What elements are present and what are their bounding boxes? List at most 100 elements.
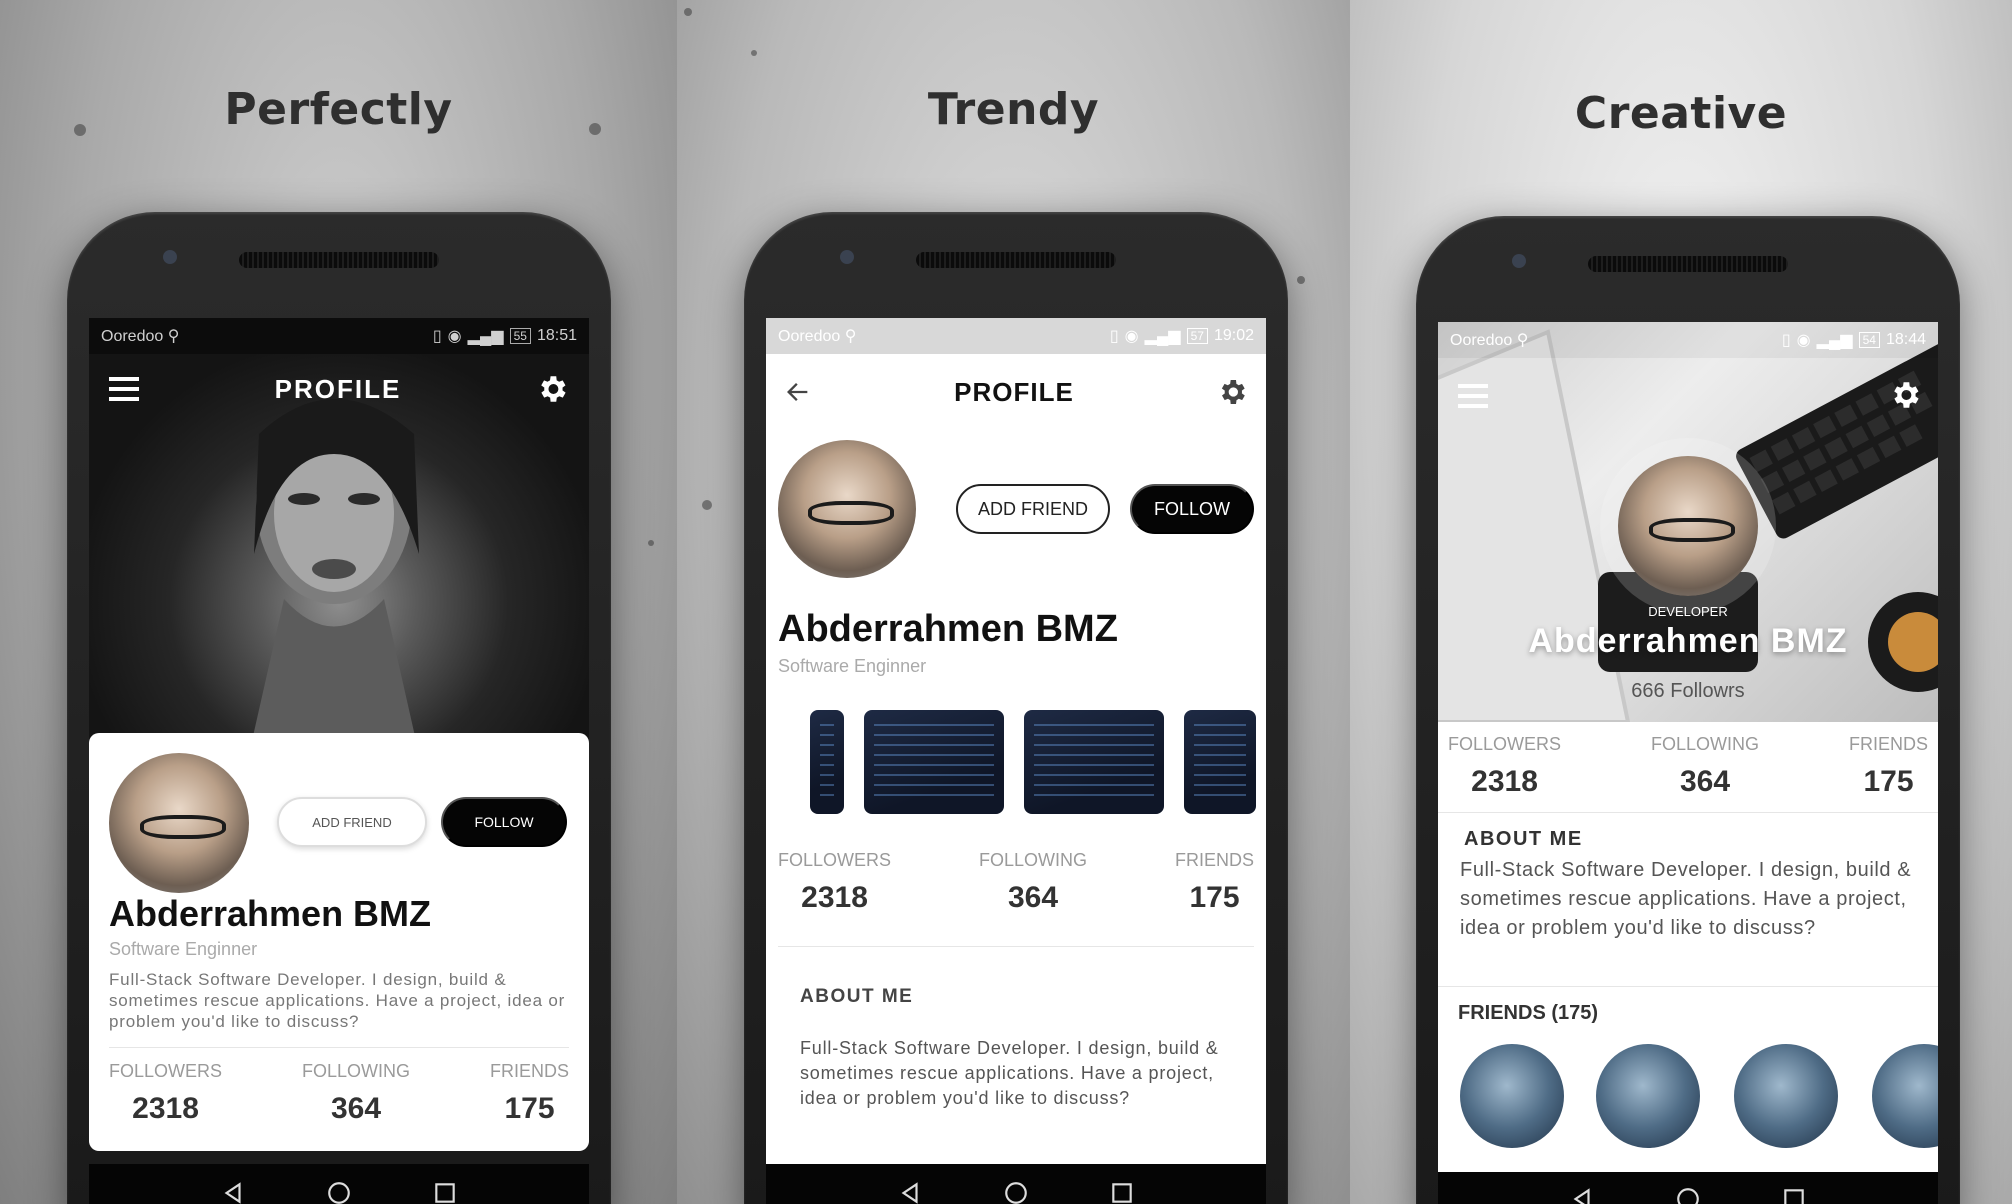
- eye-icon: ◉: [1124, 328, 1139, 345]
- stat-followers[interactable]: FOLLOWERS 2318: [109, 1061, 222, 1126]
- friends-heading: FRIENDS (175): [1458, 1002, 1599, 1024]
- gear-icon[interactable]: [1216, 376, 1248, 408]
- stats-row: FOLLOWERS 2318 FOLLOWING 364 FRIENDS 175: [778, 850, 1254, 915]
- phone-screen: Ooredoo ⚲ ▯ ◉ ▂▄▆ 57 19:02 PROFILE ADD F…: [766, 318, 1266, 1204]
- android-nav-bar: [89, 1164, 589, 1204]
- gallery-thumbnail[interactable]: [810, 710, 844, 814]
- stat-following[interactable]: FOLLOWING 364: [979, 850, 1087, 915]
- vibrate-icon: ▯: [432, 328, 442, 345]
- front-camera: [163, 250, 177, 264]
- android-nav-bar: [766, 1164, 1266, 1204]
- showcase-panel-trendy: Trendy Ooredoo ⚲ ▯ ◉ ▂▄▆ 57 19:02 PROFIL…: [677, 0, 1350, 1204]
- gallery-thumbnail[interactable]: [864, 710, 1004, 814]
- phone-screen: Ooredoo ⚲ ▯ ◉ ▂▄▆ 55 18:51 PROFILE ADD F…: [89, 318, 589, 1204]
- phone-screen: Ooredoo ⚲ ▯ ◉ ▂▄▆ 54 18:44 DEVELOPER Abd…: [1438, 322, 1938, 1204]
- showcase-panel-perfectly: Perfectly Ooredoo ⚲ ▯ ◉ ▂▄▆ 55 18:51 PRO…: [0, 0, 677, 1204]
- about-heading: ABOUT ME: [800, 986, 914, 1007]
- earpiece-speaker: [239, 252, 439, 268]
- friend-avatar[interactable]: [1596, 1044, 1700, 1148]
- phone-frame: Ooredoo ⚲ ▯ ◉ ▂▄▆ 57 19:02 PROFILE ADD F…: [744, 212, 1288, 1204]
- stat-friends[interactable]: FRIENDS 175: [490, 1061, 569, 1126]
- profile-name: Abderrahmen BMZ: [1528, 622, 1848, 660]
- profile-name: Abderrahmen BMZ: [778, 608, 1118, 650]
- add-friend-button[interactable]: ADD FRIEND: [277, 797, 427, 847]
- status-bar: Ooredoo ⚲ ▯ ◉ ▂▄▆ 57 19:02: [766, 318, 1266, 354]
- panel-headline: Creative: [1574, 88, 1788, 139]
- follow-button[interactable]: FOLLOW: [1130, 484, 1254, 534]
- followers-count-line: 666 Followrs: [1631, 680, 1745, 702]
- battery-indicator: 57: [1186, 328, 1208, 344]
- gear-icon[interactable]: [1888, 378, 1922, 412]
- follow-button[interactable]: FOLLOW: [441, 797, 567, 847]
- status-bar: Ooredoo ⚲ ▯ ◉ ▂▄▆ 55 18:51: [89, 318, 589, 354]
- arrow-left-icon[interactable]: [784, 378, 812, 406]
- triangle-back-icon[interactable]: [1569, 1186, 1595, 1204]
- status-bar: Ooredoo ⚲ ▯ ◉ ▂▄▆ 54 18:44: [1438, 322, 1938, 358]
- triangle-back-icon[interactable]: [897, 1180, 923, 1204]
- status-icons: ▯ ◉ ▂▄▆ 54 18:44: [1782, 330, 1926, 350]
- eye-icon: ◉: [447, 328, 462, 345]
- app-header: PROFILE: [766, 354, 1266, 430]
- carrier-label: Ooredoo ⚲: [778, 328, 857, 345]
- stats-row: FOLLOWERS 2318 FOLLOWING 364 FRIENDS 175: [1448, 734, 1928, 799]
- stat-following[interactable]: FOLLOWING 364: [1651, 734, 1759, 799]
- vibrate-icon: ▯: [1109, 328, 1119, 345]
- role-badge: DEVELOPER: [1648, 604, 1728, 619]
- circle-home-icon[interactable]: [326, 1180, 352, 1204]
- vibrate-icon: ▯: [1781, 332, 1791, 349]
- avatar: [778, 440, 916, 578]
- profile-role: Software Enginner: [109, 939, 258, 959]
- clock-time: 18:51: [536, 327, 577, 344]
- stat-friends[interactable]: FRIENDS 175: [1175, 850, 1254, 915]
- square-recent-icon[interactable]: [432, 1180, 458, 1204]
- front-camera: [1512, 254, 1526, 268]
- triangle-back-icon[interactable]: [220, 1180, 246, 1204]
- signal-icon: ▂▄▆: [1144, 328, 1181, 345]
- app-header: PROFILE: [89, 354, 589, 424]
- stat-following[interactable]: FOLLOWING 364: [302, 1061, 410, 1126]
- panel-headline: Trendy: [927, 84, 1100, 135]
- page-title: PROFILE: [274, 373, 402, 404]
- gallery-thumbnail[interactable]: [1184, 710, 1256, 814]
- showcase-panel-creative: Creative Ooredoo ⚲ ▯ ◉ ▂▄▆ 54 18:44 DEVE…: [1350, 0, 2012, 1204]
- carrier-label: Ooredoo ⚲: [101, 328, 180, 345]
- stat-followers[interactable]: FOLLOWERS 2318: [1448, 734, 1561, 799]
- square-recent-icon[interactable]: [1781, 1186, 1807, 1204]
- about-heading: ABOUT ME: [1464, 828, 1583, 850]
- profile-name: Abderrahmen BMZ: [109, 893, 432, 934]
- gallery-thumbnail[interactable]: [1024, 710, 1164, 814]
- android-nav-bar: [1438, 1172, 1938, 1204]
- circle-home-icon[interactable]: [1675, 1186, 1701, 1204]
- circle-home-icon[interactable]: [1003, 1180, 1029, 1204]
- add-friend-button[interactable]: ADD FRIEND: [956, 484, 1110, 534]
- about-text: Full-Stack Software Developer. I design,…: [1460, 859, 1912, 939]
- earpiece-speaker: [1588, 256, 1788, 272]
- page-title: PROFILE: [954, 376, 1074, 407]
- profile-card: ADD FRIEND FOLLOW Abderrahmen BMZ Softwa…: [89, 733, 589, 1151]
- carrier-label: Ooredoo ⚲: [1450, 332, 1529, 349]
- eye-icon: ◉: [1796, 332, 1811, 349]
- battery-indicator: 55: [509, 328, 531, 344]
- divider: [1438, 986, 1938, 987]
- battery-indicator: 54: [1858, 332, 1880, 348]
- avatar: [1618, 456, 1758, 596]
- signal-icon: ▂▄▆: [467, 328, 504, 345]
- gear-icon[interactable]: [535, 372, 569, 406]
- panel-headline: Perfectly: [224, 84, 453, 135]
- stat-friends[interactable]: FRIENDS 175: [1849, 734, 1928, 799]
- divider: [778, 946, 1254, 947]
- status-icons: ▯ ◉ ▂▄▆ 55 18:51: [433, 326, 577, 346]
- stat-followers[interactable]: FOLLOWERS 2318: [778, 850, 891, 915]
- friend-avatar[interactable]: [1872, 1044, 1938, 1148]
- clock-time: 18:44: [1885, 331, 1926, 348]
- hamburger-menu-icon[interactable]: [1458, 382, 1490, 410]
- clock-time: 19:02: [1213, 327, 1254, 344]
- divider: [109, 1047, 569, 1048]
- square-recent-icon[interactable]: [1109, 1180, 1135, 1204]
- friend-avatar[interactable]: [1734, 1044, 1838, 1148]
- hamburger-menu-icon[interactable]: [109, 375, 141, 403]
- stats-row: FOLLOWERS 2318 FOLLOWING 364 FRIENDS 175: [109, 1061, 569, 1126]
- friend-avatar[interactable]: [1460, 1044, 1564, 1148]
- front-camera: [840, 250, 854, 264]
- profile-bio: Full-Stack Software Developer. I design,…: [109, 970, 566, 1031]
